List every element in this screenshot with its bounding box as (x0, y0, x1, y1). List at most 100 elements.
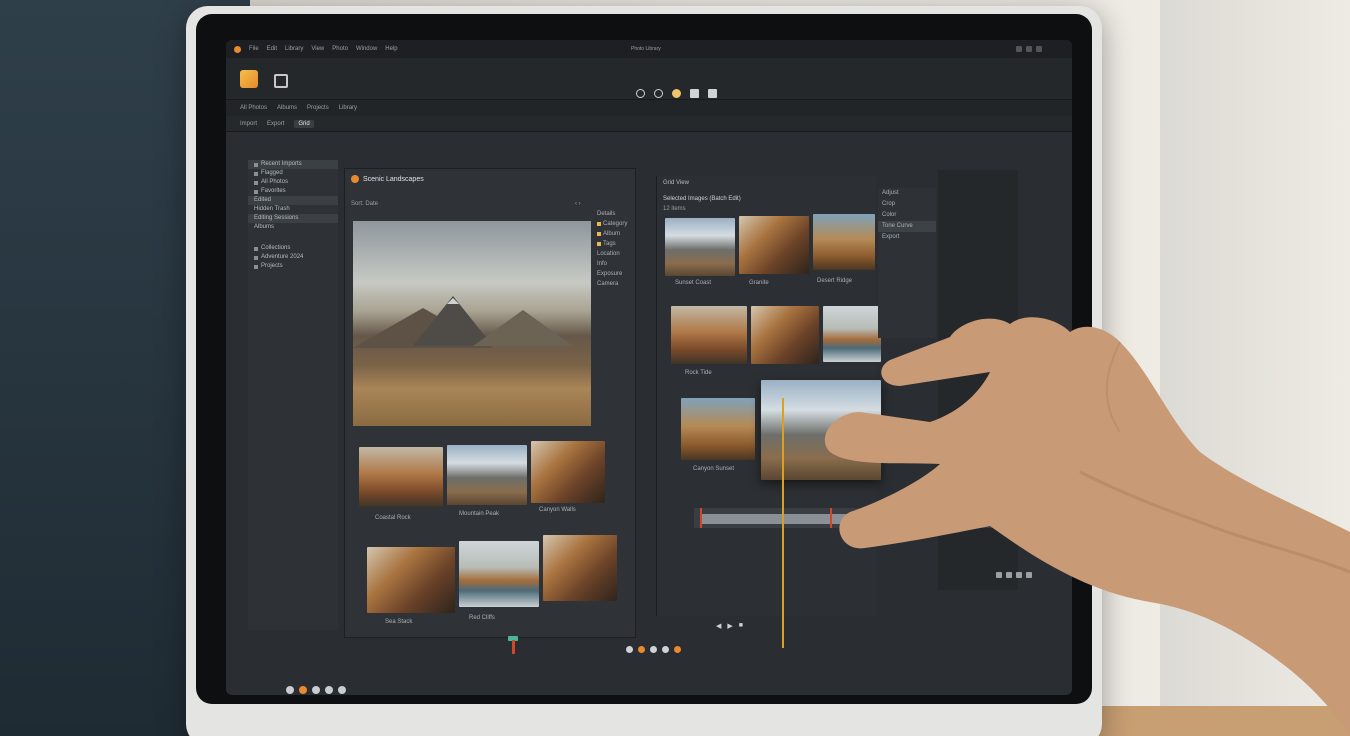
menu-help[interactable]: Help (385, 46, 397, 52)
tool-icon[interactable] (626, 646, 633, 653)
sort-label[interactable]: Sort: Date (351, 201, 378, 207)
info-item-info[interactable]: Info (597, 259, 633, 269)
tool-icon[interactable] (650, 646, 657, 653)
batch-heading: Selected Images (Batch Edit) (663, 196, 741, 202)
nav-albums[interactable]: Albums (277, 105, 297, 111)
square-icon (254, 180, 258, 185)
thumbnail-image[interactable] (665, 218, 735, 276)
close-icon[interactable] (1036, 46, 1042, 52)
info-item-category[interactable]: Category (597, 219, 633, 229)
menu-view[interactable]: View (311, 46, 324, 52)
window-controls (1016, 46, 1042, 52)
info-item-details[interactable]: Details (597, 209, 633, 219)
minimize-icon[interactable] (1016, 46, 1022, 52)
panel-title: Grid View (663, 180, 689, 186)
toolbar (226, 58, 1072, 100)
sidebar-item-adventure[interactable]: Adventure 2024 (248, 253, 338, 262)
sidebar-item-favorites[interactable]: Favorites (248, 187, 338, 196)
album-header: Scenic Landscapes (351, 175, 424, 183)
toolbar-search-button[interactable] (636, 86, 645, 100)
thumbnail-caption: Canyon Walls (539, 507, 576, 513)
thumbnail-caption: Canyon Sunset (693, 466, 735, 472)
transport-controls: ◀ ▶ ■ (716, 622, 743, 630)
info-item-tags[interactable]: Tags (597, 239, 633, 249)
thumbnail-image[interactable] (367, 547, 455, 613)
thumbnail-caption: Rock Tide (685, 370, 712, 376)
thumbnail-image[interactable] (813, 214, 875, 270)
thumbnail-image[interactable] (531, 441, 605, 503)
timeline-marker[interactable] (700, 508, 702, 528)
sidebar-item-flagged[interactable]: Flagged (248, 169, 338, 178)
status-icon[interactable] (325, 686, 333, 694)
hand-touching-screen (824, 317, 1350, 736)
folder-icon (690, 88, 699, 98)
menu-library[interactable]: Library (285, 46, 303, 52)
view-toggle-icon[interactable]: ‹ › (575, 201, 581, 207)
album-panel: Scenic Landscapes Sort: Date ‹ › Details… (344, 168, 636, 638)
thumbnail-image[interactable] (543, 535, 617, 601)
tool-icon[interactable] (662, 646, 669, 653)
thumbnail-image[interactable] (739, 216, 809, 274)
info-item-album[interactable]: Album (597, 229, 633, 239)
nav-export[interactable]: Export (267, 121, 284, 127)
scrub-handle[interactable] (506, 636, 520, 654)
stop-button[interactable]: ■ (739, 622, 743, 630)
thumbnail-image[interactable] (447, 445, 527, 505)
toolbar-filter-button[interactable] (654, 86, 663, 100)
menu-edit[interactable]: Edit (267, 46, 277, 52)
tool-icon[interactable] (638, 646, 645, 653)
maximize-icon[interactable] (1026, 46, 1032, 52)
menu-file[interactable]: File (249, 46, 259, 52)
toolbar-share-button[interactable] (708, 86, 717, 100)
thumbnail-image[interactable] (359, 447, 443, 507)
sidebar-item-projects[interactable]: Projects (248, 262, 338, 271)
toolbar-star-button[interactable] (672, 86, 681, 100)
sidebar-item-recent-imports[interactable]: Recent Imports (248, 160, 338, 169)
square-icon (254, 171, 258, 176)
sidebar-item-collections[interactable]: Collections (248, 244, 338, 253)
app-menu-icon[interactable] (234, 45, 241, 53)
sidebar-item-editing-sessions[interactable]: Editing Sessions (248, 214, 338, 223)
info-item-camera[interactable]: Camera (597, 279, 633, 289)
import-icon[interactable] (274, 74, 288, 88)
tool-icon[interactable] (674, 646, 681, 653)
menu-window[interactable]: Window (356, 46, 377, 52)
square-icon (254, 246, 258, 251)
playhead[interactable] (782, 398, 784, 648)
info-item-location[interactable]: Location (597, 249, 633, 259)
prev-button[interactable]: ◀ (716, 622, 721, 630)
sidebar-item-edited[interactable]: Edited (248, 196, 338, 205)
play-button[interactable]: ▶ (727, 622, 732, 630)
preview-image[interactable] (353, 221, 591, 426)
square-icon (254, 255, 258, 260)
item-count: 12 items (663, 206, 686, 212)
status-icon[interactable] (286, 686, 294, 694)
status-icon[interactable] (338, 686, 346, 694)
nav-projects[interactable]: Projects (307, 105, 329, 111)
tab-grid[interactable]: Grid (294, 119, 314, 128)
adjust-item[interactable]: Color (878, 210, 936, 221)
nav-library[interactable]: Library (339, 105, 357, 111)
menu-photo[interactable]: Photo (332, 46, 348, 52)
status-icon[interactable] (299, 686, 307, 694)
thumbnail-image[interactable] (671, 306, 747, 364)
nav-import[interactable]: Import (240, 121, 257, 127)
sidebar-item-hidden-trash[interactable]: Hidden Trash (248, 205, 338, 214)
thumbnail-caption: Mountain Peak (459, 511, 500, 517)
thumbnail-image[interactable] (751, 306, 819, 364)
square-icon (254, 189, 258, 194)
sidebar-item-all-photos[interactable]: All Photos (248, 178, 338, 187)
adjust-item[interactable]: Export (878, 232, 936, 243)
info-item-exposure[interactable]: Exposure (597, 269, 633, 279)
app-logo-icon (240, 70, 258, 88)
toolbar-folder-button[interactable] (690, 86, 699, 100)
sidebar-item-albums[interactable]: Albums (248, 223, 338, 232)
status-icon[interactable] (312, 686, 320, 694)
thumbnail-image[interactable] (681, 398, 755, 460)
nav-all-photos[interactable]: All Photos (240, 105, 267, 111)
info-panel: Details Category Album Tags Location Inf… (597, 209, 633, 289)
adjust-item[interactable]: Adjust (878, 188, 936, 199)
adjust-item[interactable]: Tone Curve (878, 221, 936, 232)
adjust-item[interactable]: Crop (878, 199, 936, 210)
thumbnail-image[interactable] (459, 541, 539, 607)
